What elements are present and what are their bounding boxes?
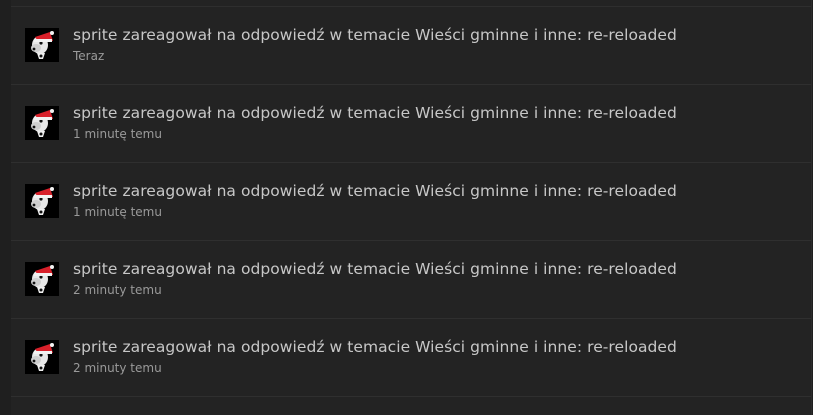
santa-hat-dog-avatar-icon[interactable]	[25, 262, 59, 296]
notification-time: Teraz	[73, 49, 105, 63]
notification-text[interactable]: sprite zareagował na odpowiedź w temacie…	[73, 338, 677, 356]
notifications-page: sprite zareagował na odpowiedź w temacie…	[0, 0, 813, 415]
notification-item[interactable]: sprite zareagował na odpowiedź w temacie…	[11, 85, 811, 163]
santa-hat-dog-avatar-icon[interactable]	[25, 28, 59, 62]
santa-hat-dog-avatar-icon[interactable]	[25, 340, 59, 374]
notification-text[interactable]: sprite zareagował na odpowiedź w temacie…	[73, 260, 677, 278]
notification-time: 2 minuty temu	[73, 361, 162, 375]
santa-hat-dog-avatar-icon[interactable]	[25, 184, 59, 218]
notification-item[interactable]: sprite zareagował na odpowiedź w temacie…	[11, 241, 811, 319]
notification-text[interactable]: sprite zareagował na odpowiedź w temacie…	[73, 104, 677, 122]
notification-text[interactable]: sprite zareagował na odpowiedź w temacie…	[73, 26, 677, 44]
notification-item[interactable]: sprite zareagował na odpowiedź w temacie…	[11, 163, 811, 241]
notification-time: 2 minuty temu	[73, 283, 162, 297]
notification-time: 1 minutę temu	[73, 127, 162, 141]
santa-hat-dog-avatar-icon[interactable]	[25, 106, 59, 140]
notification-item[interactable]: sprite zareagował na odpowiedź w temacie…	[11, 319, 811, 397]
notification-item[interactable]: sprite zareagował na odpowiedź w temacie…	[11, 7, 811, 85]
notification-list: sprite zareagował na odpowiedź w temacie…	[11, 7, 811, 397]
notification-text[interactable]: sprite zareagował na odpowiedź w temacie…	[73, 182, 677, 200]
notification-time: 1 minutę temu	[73, 205, 162, 219]
